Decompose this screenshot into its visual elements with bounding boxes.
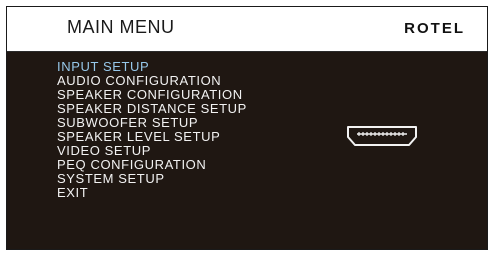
menu-item-speaker-configuration[interactable]: SPEAKER CONFIGURATION: [57, 88, 247, 102]
brand-logo: ROTEL: [404, 20, 465, 37]
menu-item-system-setup[interactable]: SYSTEM SETUP: [57, 172, 247, 186]
menu-item-subwoofer-setup[interactable]: SUBWOOFER SETUP: [57, 116, 247, 130]
menu-item-input-setup[interactable]: INPUT SETUP: [57, 60, 247, 74]
hdmi-connector-icon: [347, 126, 417, 146]
menu-item-audio-configuration[interactable]: AUDIO CONFIGURATION: [57, 74, 247, 88]
menu-item-video-setup[interactable]: VIDEO SETUP: [57, 144, 247, 158]
menu-item-speaker-level-setup[interactable]: SPEAKER LEVEL SETUP: [57, 130, 247, 144]
menu-item-speaker-distance-setup[interactable]: SPEAKER DISTANCE SETUP: [57, 102, 247, 116]
main-menu-list: INPUT SETUP AUDIO CONFIGURATION SPEAKER …: [57, 60, 247, 200]
menu-item-peq-configuration[interactable]: PEQ CONFIGURATION: [57, 158, 247, 172]
page-title: MAIN MENU: [67, 17, 175, 37]
menu-item-exit[interactable]: EXIT: [57, 186, 247, 200]
osd-screen: MAIN MENU ROTEL INPUT SETUP AUDIO CONFIG…: [6, 6, 488, 250]
header-bar: MAIN MENU ROTEL: [7, 7, 487, 52]
